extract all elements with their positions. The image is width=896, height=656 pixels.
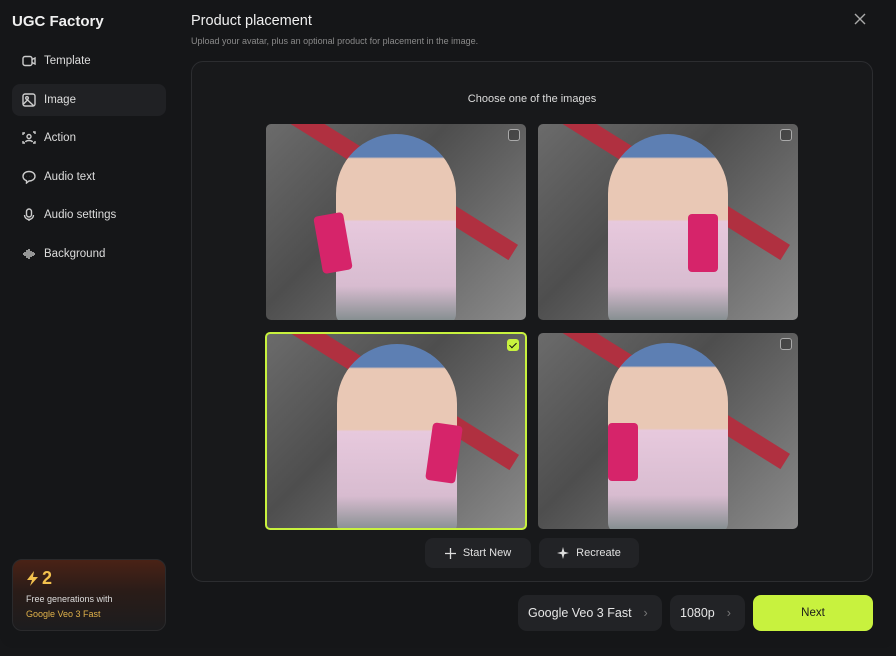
image-selection-panel: Choose one of the images Start New Recre… [191, 61, 873, 582]
action-icon [22, 131, 36, 144]
sidebar-item-audio-text[interactable]: Audio text [12, 161, 166, 193]
waveform-icon [23, 248, 35, 259]
close-icon[interactable] [852, 11, 868, 27]
app-window: UGC Factory Template Image Action Audio … [0, 0, 896, 648]
page-title: Product placement [191, 13, 312, 29]
sparkle-icon [557, 547, 570, 559]
sidebar-item-label: Image [44, 93, 76, 106]
free-generation-count: 2 [42, 568, 53, 588]
sidebar-item-label: Background [44, 247, 106, 260]
image-option-4[interactable] [538, 333, 798, 529]
page-subtitle: Upload your avatar, plus an optional pro… [191, 36, 479, 46]
resolution-label: 1080p [680, 606, 715, 620]
recreate-button[interactable]: Recreate [539, 538, 639, 568]
next-button[interactable]: Next [753, 595, 873, 631]
image-option-3[interactable] [265, 332, 527, 530]
chat-icon [22, 170, 36, 184]
sidebar-item-label: Audio text [44, 170, 96, 183]
promo-model: Google Veo 3 Fast [26, 609, 101, 619]
free-generations-card[interactable]: 2 Free generations with Google Veo 3 Fas… [12, 559, 166, 631]
lightning-icon [27, 571, 38, 586]
recreate-label: Recreate [576, 547, 621, 559]
image-checkbox[interactable] [508, 129, 520, 141]
model-selector[interactable]: Google Veo 3 Fast › [518, 595, 662, 631]
image-checkbox[interactable] [780, 338, 792, 350]
start-new-button[interactable]: Start New [425, 538, 531, 568]
promo-text: Free generations with [26, 594, 113, 604]
sidebar-item-action[interactable]: Action [12, 122, 166, 154]
image-option-2[interactable] [538, 124, 798, 320]
start-new-label: Start New [462, 547, 512, 559]
image-option-1[interactable] [266, 124, 526, 320]
plus-icon [444, 547, 456, 559]
chevron-right-icon: › [643, 606, 648, 620]
image-icon [22, 92, 36, 107]
sidebar-item-background[interactable]: Background [12, 238, 166, 270]
brand-title: UGC Factory [12, 13, 104, 30]
sidebar-item-label: Action [44, 132, 76, 144]
image-checkbox[interactable] [780, 129, 792, 141]
choose-prompt: Choose one of the images [467, 93, 597, 105]
image-checkbox-checked[interactable] [507, 339, 519, 351]
model-label: Google Veo 3 Fast [528, 606, 632, 620]
sidebar-nav: Template Image Action Audio text Audio s… [12, 45, 166, 276]
sidebar-item-audio-settings[interactable]: Audio settings [12, 199, 166, 231]
microphone-icon [23, 208, 35, 221]
sidebar-item-image[interactable]: Image [12, 83, 166, 116]
sidebar-item-template[interactable]: Template [12, 45, 166, 77]
sidebar-item-label: Audio settings [44, 209, 117, 221]
resolution-selector[interactable]: 1080p › [670, 595, 745, 631]
sidebar-item-label: Template [44, 55, 91, 67]
chevron-right-icon: › [726, 606, 731, 620]
template-icon [22, 55, 36, 67]
